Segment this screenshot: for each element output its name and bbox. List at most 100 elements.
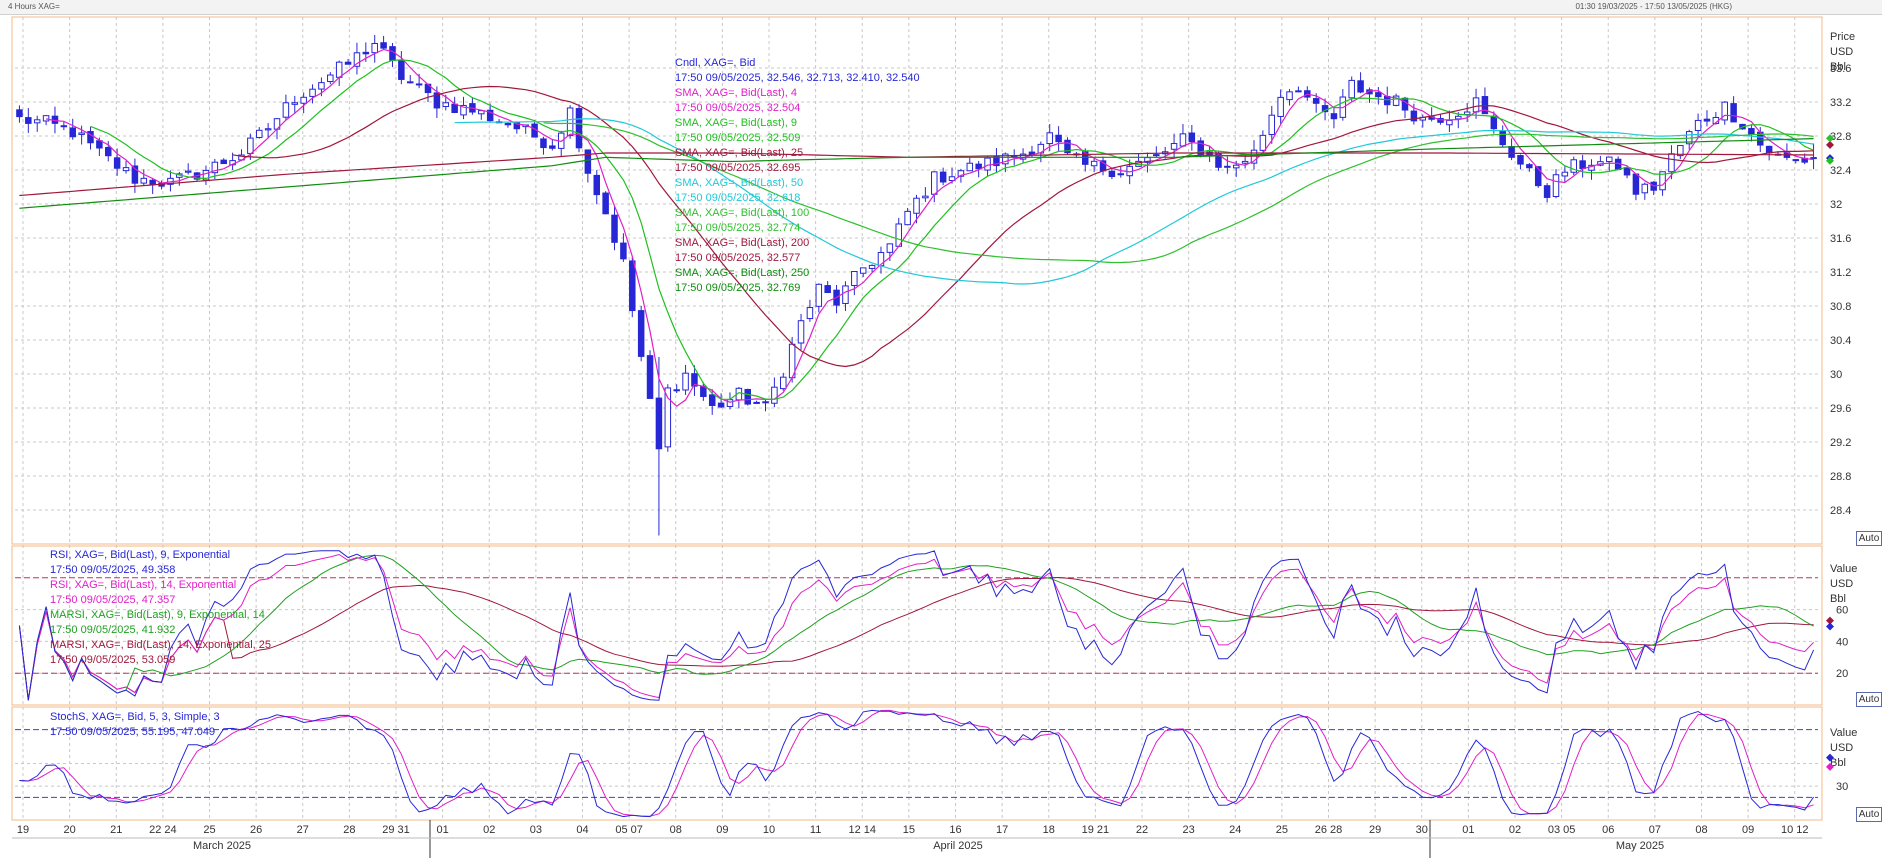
- candle-body: [904, 210, 911, 226]
- rsi-legend-entry: 17:50 09/05/2025, 53.059: [50, 654, 175, 666]
- candle-body: [309, 88, 316, 97]
- price-legend-entry: 17:50 09/05/2025, 32.509: [675, 132, 800, 144]
- candle-body: [771, 386, 778, 404]
- candle-body: [1526, 164, 1533, 169]
- candle-body: [1117, 173, 1125, 176]
- candle-body: [1668, 153, 1675, 173]
- candle-body: [602, 192, 609, 215]
- candle-body: [300, 96, 307, 104]
- candle-body: [966, 162, 974, 172]
- rsi-legend-entry: MARSI, XAG=, Bid(Last), 9, Exponential, …: [50, 609, 265, 621]
- date-tick-label: 29: [1369, 824, 1381, 836]
- candle-body: [708, 394, 716, 406]
- price-legend-entry: SMA, XAG=, Bid(Last), 100: [675, 207, 809, 219]
- price-legend-entry: 17:50 09/05/2025, 32.695: [675, 162, 800, 174]
- candle-body: [113, 157, 121, 169]
- candle-body: [105, 146, 112, 157]
- price-legend-entry: 17:50 09/05/2025, 32.769: [675, 282, 800, 294]
- stoch-tick-label: 30: [1836, 781, 1848, 793]
- date-tick-label: 27: [297, 824, 309, 836]
- candle-body: [1090, 160, 1098, 167]
- rsi-axis-title: Value: [1830, 563, 1857, 575]
- candle-body: [344, 61, 352, 65]
- month-label: March 2025: [193, 840, 251, 852]
- candle-body: [1268, 114, 1276, 135]
- price-auto-scale-button[interactable]: Auto: [1856, 531, 1882, 546]
- price-tick-label: 33.2: [1830, 97, 1851, 109]
- date-tick-label: 21: [110, 824, 122, 836]
- candle-body: [1224, 165, 1231, 168]
- date-tick-label: 04: [576, 824, 588, 836]
- candle-body: [1579, 160, 1586, 170]
- candle-body: [1232, 164, 1240, 169]
- price-panel[interactable]: [16, 34, 1817, 536]
- month-label: May 2025: [1616, 840, 1664, 852]
- candle-body: [1312, 98, 1320, 104]
- candle-body: [922, 195, 929, 199]
- marsi-9-line: [18, 554, 1814, 701]
- price-tick-label: 28.4: [1830, 505, 1851, 517]
- candle-body: [842, 285, 849, 304]
- date-tick-label: 05 07: [615, 824, 643, 836]
- rsi-panel[interactable]: [15, 550, 1818, 701]
- price-legend-entry: SMA, XAG=, Bid(Last), 9: [675, 117, 797, 129]
- candle-body: [1446, 119, 1453, 126]
- price-legend-entry: SMA, XAG=, Bid(Last), 25: [675, 147, 803, 159]
- candle-body: [1357, 80, 1364, 93]
- candle-body: [859, 267, 867, 274]
- date-tick-label: 30: [1416, 824, 1428, 836]
- candle-body: [122, 167, 130, 172]
- candle-body: [655, 397, 663, 450]
- candle-body: [1170, 143, 1178, 150]
- candle-body: [1179, 133, 1187, 147]
- date-tick-label: 12 14: [848, 824, 876, 836]
- rsi-auto-scale-button[interactable]: Auto: [1856, 692, 1882, 707]
- date-tick-label: 10: [763, 824, 775, 836]
- date-tick-label: 22 24: [149, 824, 177, 836]
- date-tick-label: 20: [64, 824, 76, 836]
- price-tick-label: 30.8: [1830, 301, 1851, 313]
- sma-4-line: [45, 48, 1814, 407]
- date-tick-label: 09: [1742, 824, 1754, 836]
- price-tick-label: 28.8: [1830, 471, 1851, 483]
- date-tick-label: 11: [810, 824, 821, 836]
- chart-canvas[interactable]: 28.4 28.8 29.2 29.6 30 30.4 30.8 31.2 31.6 32 32.4…: [0, 14, 1882, 858]
- stoch-axis-currency: USD: [1830, 742, 1853, 754]
- rsi-tick-label: 20: [1836, 668, 1848, 680]
- candle-body: [1241, 160, 1249, 164]
- candle-body: [380, 42, 387, 49]
- candle-body: [540, 138, 547, 149]
- candle-body: [1810, 157, 1817, 160]
- stoch-auto-scale-button[interactable]: Auto: [1856, 807, 1882, 822]
- candle-body: [282, 102, 290, 118]
- date-tick-label: 08: [1695, 824, 1707, 836]
- date-tick-label: 02: [483, 824, 495, 836]
- candle-body: [442, 102, 450, 107]
- candle-body: [744, 388, 751, 405]
- date-tick-label: 17: [996, 824, 1008, 836]
- candle-body: [637, 310, 645, 357]
- candle-body: [549, 145, 556, 149]
- candle-body: [1490, 115, 1498, 130]
- panel-frame: [11, 16, 1823, 545]
- candle-body: [584, 149, 592, 174]
- date-tick-label: 01: [437, 824, 449, 836]
- candle-body: [415, 83, 423, 86]
- candle-body: [25, 117, 32, 124]
- candle-body: [1499, 130, 1506, 146]
- date-tick-label: 15: [903, 824, 915, 836]
- date-tick-label: 26: [250, 824, 262, 836]
- time-range: 01:30 19/03/2025 - 17:50 13/05/2025 (HKG…: [1575, 2, 1732, 11]
- candle-body: [318, 82, 325, 90]
- window-title-bar: 4 Hours XAG= 01:30 19/03/2025 - 17:50 13…: [0, 0, 1882, 15]
- candle-body: [140, 177, 148, 184]
- candle-body: [1348, 79, 1355, 99]
- rsi-tick-label: 40: [1836, 636, 1848, 648]
- date-tick-label: 25: [1276, 824, 1288, 836]
- candle-body: [753, 401, 760, 404]
- candle-body: [1401, 97, 1409, 111]
- price-tick-label: 30: [1830, 369, 1842, 381]
- rsi-legend-entry: RSI, XAG=, Bid(Last), 9, Exponential: [50, 549, 230, 561]
- price-legend-entry: 17:50 09/05/2025, 32.618: [675, 192, 800, 204]
- candle-body: [646, 355, 654, 399]
